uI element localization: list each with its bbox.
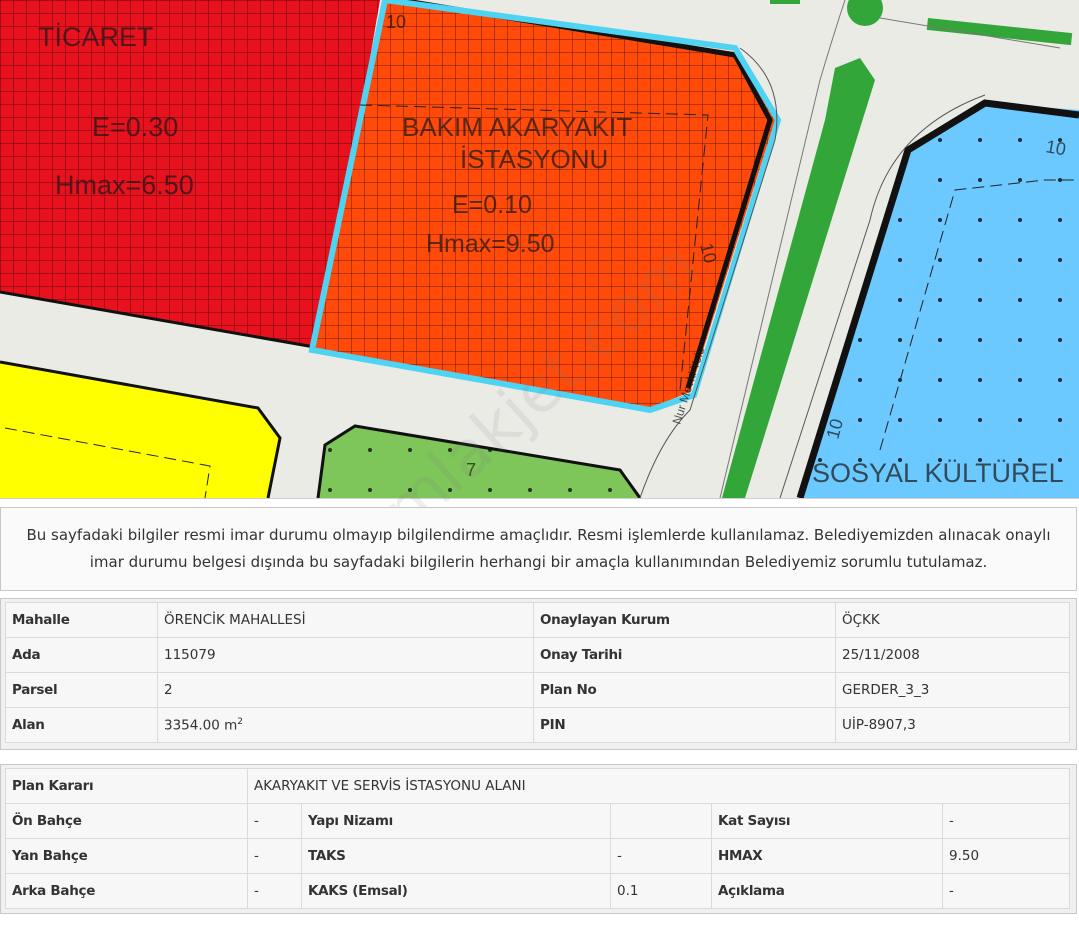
plan-karari-value: AKARYAKIT VE SERVİS İSTASYONU ALANI [246,768,1071,804]
onay-tarihi-label: Onay Tarihi [533,637,836,673]
disclaimer-box: Bu sayfadaki bilgiler resmi imar durumu … [0,507,1077,591]
kat-sayisi-label: Kat Sayısı [711,803,943,839]
alan-label: Alan [5,707,158,743]
zone-bakim-label-2: İSTASYONU [460,144,608,174]
yan-bahce-label: Yan Bahçe [5,838,248,874]
parsel-label: Parsel [5,672,158,708]
arka-bahce-label: Arka Bahçe [5,873,248,909]
plan-no-value: GERDER_3_3 [835,672,1070,708]
green-strip-small [770,0,800,4]
plan-no-label: Plan No [533,672,836,708]
disclaimer-text: Bu sayfadaki bilgiler resmi imar durumu … [26,522,1050,576]
table-row: Plan Kararı AKARYAKIT VE SERVİS İSTASYON… [5,768,1071,804]
zone-bakim-hmax: Hmax=9.50 [426,230,555,258]
zone-ticaret-hmax: Hmax=6.50 [55,170,194,200]
table-row: Ön Bahçe - Yapı Nizamı Kat Sayısı - [5,803,1071,839]
dimension-label: 10 [1044,136,1067,159]
disclaimer-line-1: Bu sayfadaki bilgiler resmi imar durumu … [26,526,1051,544]
taks-value: - [610,838,712,874]
zone-sosyal-label: SOSYAL KÜLTÜREL [812,458,1064,488]
table-row: Alan 3354.00 m2 PIN UİP-8907,3 [5,707,1070,743]
plan-karari-label: Plan Kararı [5,768,248,804]
parsel-value: 2 [157,672,534,708]
kat-sayisi-value: - [941,803,1071,839]
zone-bakim-label-1: BAKIM AKARYAKIT [402,112,632,142]
onaylayan-kurum-value: ÖÇKK [835,602,1070,638]
hmax-label: HMAX [711,838,943,874]
table-row: Arka Bahçe - KAKS (Emsal) 0.1 Açıklama - [5,873,1071,909]
on-bahce-label: Ön Bahçe [5,803,248,839]
yapi-nizami-value [610,803,712,839]
ada-value: 115079 [157,637,534,673]
plan-info-table: Plan Kararı AKARYAKIT VE SERVİS İSTASYON… [5,768,1071,909]
alan-unit-exponent: 2 [237,716,244,727]
kaks-value: 0.1 [610,873,712,909]
alan-number: 3354.00 m [164,717,238,734]
zone-bakim-e: E=0.10 [452,191,532,219]
ada-label: Ada [5,637,158,673]
aciklama-value: - [941,873,1071,909]
pin-label: PIN [533,707,836,743]
table-row: Mahalle ÖRENCİK MAHALLESİ Onaylayan Kuru… [5,602,1070,638]
yapi-nizami-label: Yapı Nizamı [301,803,611,839]
aciklama-label: Açıklama [711,873,943,909]
parcel-info-table: Mahalle ÖRENCİK MAHALLESİ Onaylayan Kuru… [5,602,1070,743]
alan-value: 3354.00 m2 [157,707,534,743]
arka-bahce-value: - [247,873,302,909]
zone-ticaret-e: E=0.30 [92,112,178,142]
on-bahce-value: - [247,803,302,839]
mahalle-label: Mahalle [5,602,158,638]
yan-bahce-value: - [247,838,302,874]
onaylayan-kurum-label: Onaylayan Kurum [533,602,836,638]
pin-value: UİP-8907,3 [835,707,1070,743]
table-row: Parsel 2 Plan No GERDER_3_3 [5,672,1070,708]
hmax-value: 9.50 [941,838,1071,874]
table-row: Yan Bahçe - TAKS - HMAX 9.50 [5,838,1071,874]
table-row: Ada 115079 Onay Tarihi 25/11/2008 [5,637,1070,673]
taks-label: TAKS [301,838,611,874]
zone-ticaret-label: TİCARET [38,21,154,52]
dimension-label: 10 [386,12,406,32]
disclaimer-line-2: imar durumu belgesi dışında bu sayfadaki… [89,553,988,571]
mahalle-value: ÖRENCİK MAHALLESİ [157,602,534,638]
kaks-label: KAKS (Emsal) [301,873,611,909]
onay-tarihi-value: 25/11/2008 [835,637,1070,673]
